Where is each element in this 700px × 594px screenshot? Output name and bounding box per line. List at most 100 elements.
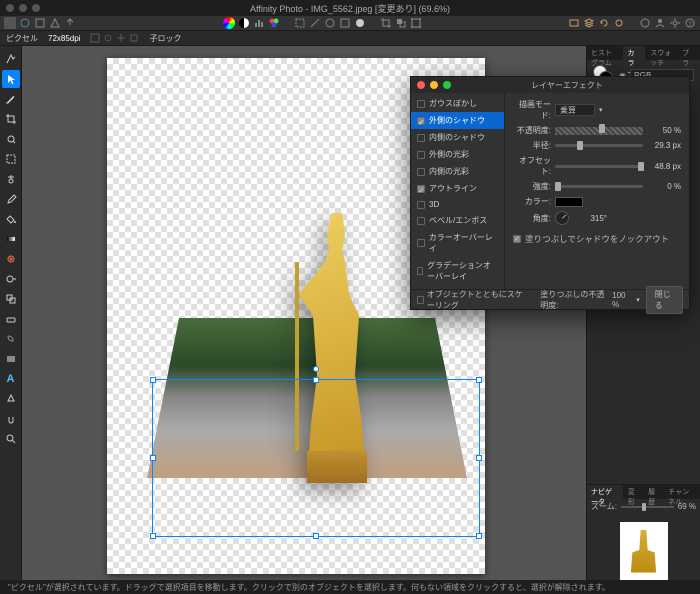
fx-item-inner-glow[interactable]: 内側の光彩 bbox=[411, 163, 504, 180]
tone-mapping-persona-icon[interactable] bbox=[49, 17, 61, 29]
stock-icon[interactable] bbox=[568, 17, 580, 29]
fx-dialog-titlebar[interactable]: レイヤーエフェクト bbox=[411, 77, 689, 93]
export-persona-icon[interactable] bbox=[64, 17, 76, 29]
angle-dial[interactable] bbox=[555, 211, 569, 225]
fx-item-3d[interactable]: 3D bbox=[411, 197, 504, 212]
shadow-color-swatch[interactable] bbox=[555, 197, 583, 207]
child-lock-label[interactable]: 子ロック bbox=[149, 33, 181, 44]
gradient-tool[interactable] bbox=[2, 230, 20, 248]
checkbox-icon[interactable] bbox=[417, 100, 425, 108]
checkbox-icon[interactable] bbox=[417, 201, 425, 209]
fx-item-gaussian-blur[interactable]: ガウスぼかし bbox=[411, 95, 504, 112]
knockout-checkbox[interactable]: ✓ bbox=[513, 235, 521, 243]
auto-levels-icon[interactable] bbox=[309, 17, 321, 29]
snap-pixel-icon[interactable] bbox=[103, 33, 113, 43]
clone-tool[interactable] bbox=[2, 290, 20, 308]
view-tool[interactable] bbox=[2, 50, 20, 68]
layers-stack-icon[interactable] bbox=[583, 17, 595, 29]
assistant-icon[interactable] bbox=[654, 17, 666, 29]
erase-tool[interactable] bbox=[2, 310, 20, 328]
levels-icon[interactable] bbox=[253, 17, 265, 29]
inpaint-tool[interactable] bbox=[2, 250, 20, 268]
fx-item-outer-glow[interactable]: 外側の光彩 bbox=[411, 146, 504, 163]
half-circle-icon[interactable] bbox=[238, 17, 250, 29]
angle-value[interactable]: 315° bbox=[573, 214, 607, 223]
offset-value[interactable]: 48.8 px bbox=[647, 162, 681, 171]
shape-tool[interactable] bbox=[2, 350, 20, 368]
crop-icon[interactable] bbox=[380, 17, 392, 29]
auto-color-icon[interactable] bbox=[339, 17, 351, 29]
snap-object-icon[interactable] bbox=[129, 33, 139, 43]
settings-icon[interactable] bbox=[669, 17, 681, 29]
fx-item-color-overlay[interactable]: カラーオーバーレイ bbox=[411, 229, 504, 257]
color-picker-icon[interactable] bbox=[223, 17, 235, 29]
text-tool[interactable]: A bbox=[2, 370, 20, 388]
tab-color[interactable]: カラー bbox=[623, 46, 645, 60]
move-tool[interactable] bbox=[2, 70, 20, 88]
intensity-slider[interactable] bbox=[555, 185, 643, 188]
checkbox-icon[interactable]: ✓ bbox=[417, 185, 425, 193]
radius-slider[interactable] bbox=[555, 144, 643, 147]
share-icon[interactable] bbox=[639, 17, 651, 29]
crop-tool[interactable] bbox=[2, 110, 20, 128]
auto-contrast-icon[interactable] bbox=[324, 17, 336, 29]
fx-item-inner-shadow[interactable]: 内側のシャドウ bbox=[411, 129, 504, 146]
auto-wb-icon[interactable] bbox=[354, 17, 366, 29]
opacity-slider[interactable] bbox=[555, 127, 643, 135]
offset-slider[interactable] bbox=[555, 165, 643, 168]
opacity-value[interactable]: 50 % bbox=[647, 126, 681, 135]
murugan-statue-layer[interactable] bbox=[287, 213, 387, 483]
dodge-tool[interactable] bbox=[2, 270, 20, 288]
tab-histogram[interactable]: ヒストグラム bbox=[587, 46, 622, 60]
checkbox-icon[interactable] bbox=[417, 168, 425, 176]
tab-transform[interactable]: 変形 bbox=[624, 485, 643, 499]
checkbox-icon[interactable] bbox=[417, 267, 423, 275]
help-icon[interactable]: ? bbox=[684, 17, 696, 29]
selection-brush-tool[interactable] bbox=[2, 130, 20, 148]
swatch-group-icon[interactable] bbox=[268, 17, 280, 29]
flood-select-tool[interactable] bbox=[2, 170, 20, 188]
marquee-tool[interactable] bbox=[2, 150, 20, 168]
tab-channels[interactable]: チャンネル bbox=[664, 485, 700, 499]
intensity-value[interactable]: 0 % bbox=[647, 182, 681, 191]
blend-mode-dropdown[interactable]: 乗算 bbox=[555, 104, 595, 116]
checkbox-icon[interactable] bbox=[417, 239, 425, 247]
transform-icon[interactable] bbox=[410, 17, 422, 29]
snap-guides-icon[interactable] bbox=[116, 33, 126, 43]
checkbox-icon[interactable] bbox=[417, 134, 425, 142]
tab-history[interactable]: 履歴 bbox=[644, 485, 663, 499]
tab-brush[interactable]: ブラシ bbox=[678, 46, 700, 60]
fx-item-outer-shadow[interactable]: ✓外側のシャドウ bbox=[411, 112, 504, 129]
checkbox-icon[interactable]: ✓ bbox=[417, 117, 425, 125]
radius-value[interactable]: 29.3 px bbox=[647, 141, 681, 150]
scale-with-object-checkbox[interactable] bbox=[417, 296, 424, 304]
navigator-thumbnail[interactable] bbox=[620, 522, 668, 588]
fx-maximize-button[interactable] bbox=[443, 81, 451, 89]
zoom-tool[interactable] bbox=[2, 430, 20, 448]
checkbox-icon[interactable] bbox=[417, 151, 425, 159]
zoom-slider[interactable] bbox=[621, 506, 674, 508]
selection-tool-icon[interactable] bbox=[294, 17, 306, 29]
tab-swatch[interactable]: スウォッチ bbox=[646, 46, 677, 60]
snap-grid-icon[interactable] bbox=[90, 33, 100, 43]
hand-tool[interactable] bbox=[2, 410, 20, 428]
fill-opacity-value[interactable]: 100 % bbox=[612, 291, 630, 309]
tab-navigator[interactable]: ナビゲータ bbox=[587, 485, 623, 499]
photo-persona-icon[interactable] bbox=[4, 17, 16, 29]
liquify-persona-icon[interactable] bbox=[19, 17, 31, 29]
sync-icon[interactable] bbox=[613, 17, 625, 29]
fx-minimize-button[interactable] bbox=[430, 81, 438, 89]
rotate-icon[interactable] bbox=[598, 17, 610, 29]
color-picker-tool[interactable] bbox=[2, 90, 20, 108]
checkbox-icon[interactable] bbox=[417, 217, 425, 225]
smudge-tool[interactable] bbox=[2, 330, 20, 348]
brush-tool[interactable] bbox=[2, 190, 20, 208]
chevron-down-icon[interactable]: ▾ bbox=[636, 296, 640, 304]
arrange-icon[interactable] bbox=[395, 17, 407, 29]
fx-item-gradient-overlay[interactable]: グラデーションオーバーレイ bbox=[411, 257, 504, 285]
pen-tool[interactable] bbox=[2, 390, 20, 408]
fx-item-outline[interactable]: ✓アウトライン bbox=[411, 180, 504, 197]
close-button[interactable]: 閉じる bbox=[646, 286, 683, 314]
develop-persona-icon[interactable] bbox=[34, 17, 46, 29]
fx-close-button[interactable] bbox=[417, 81, 425, 89]
